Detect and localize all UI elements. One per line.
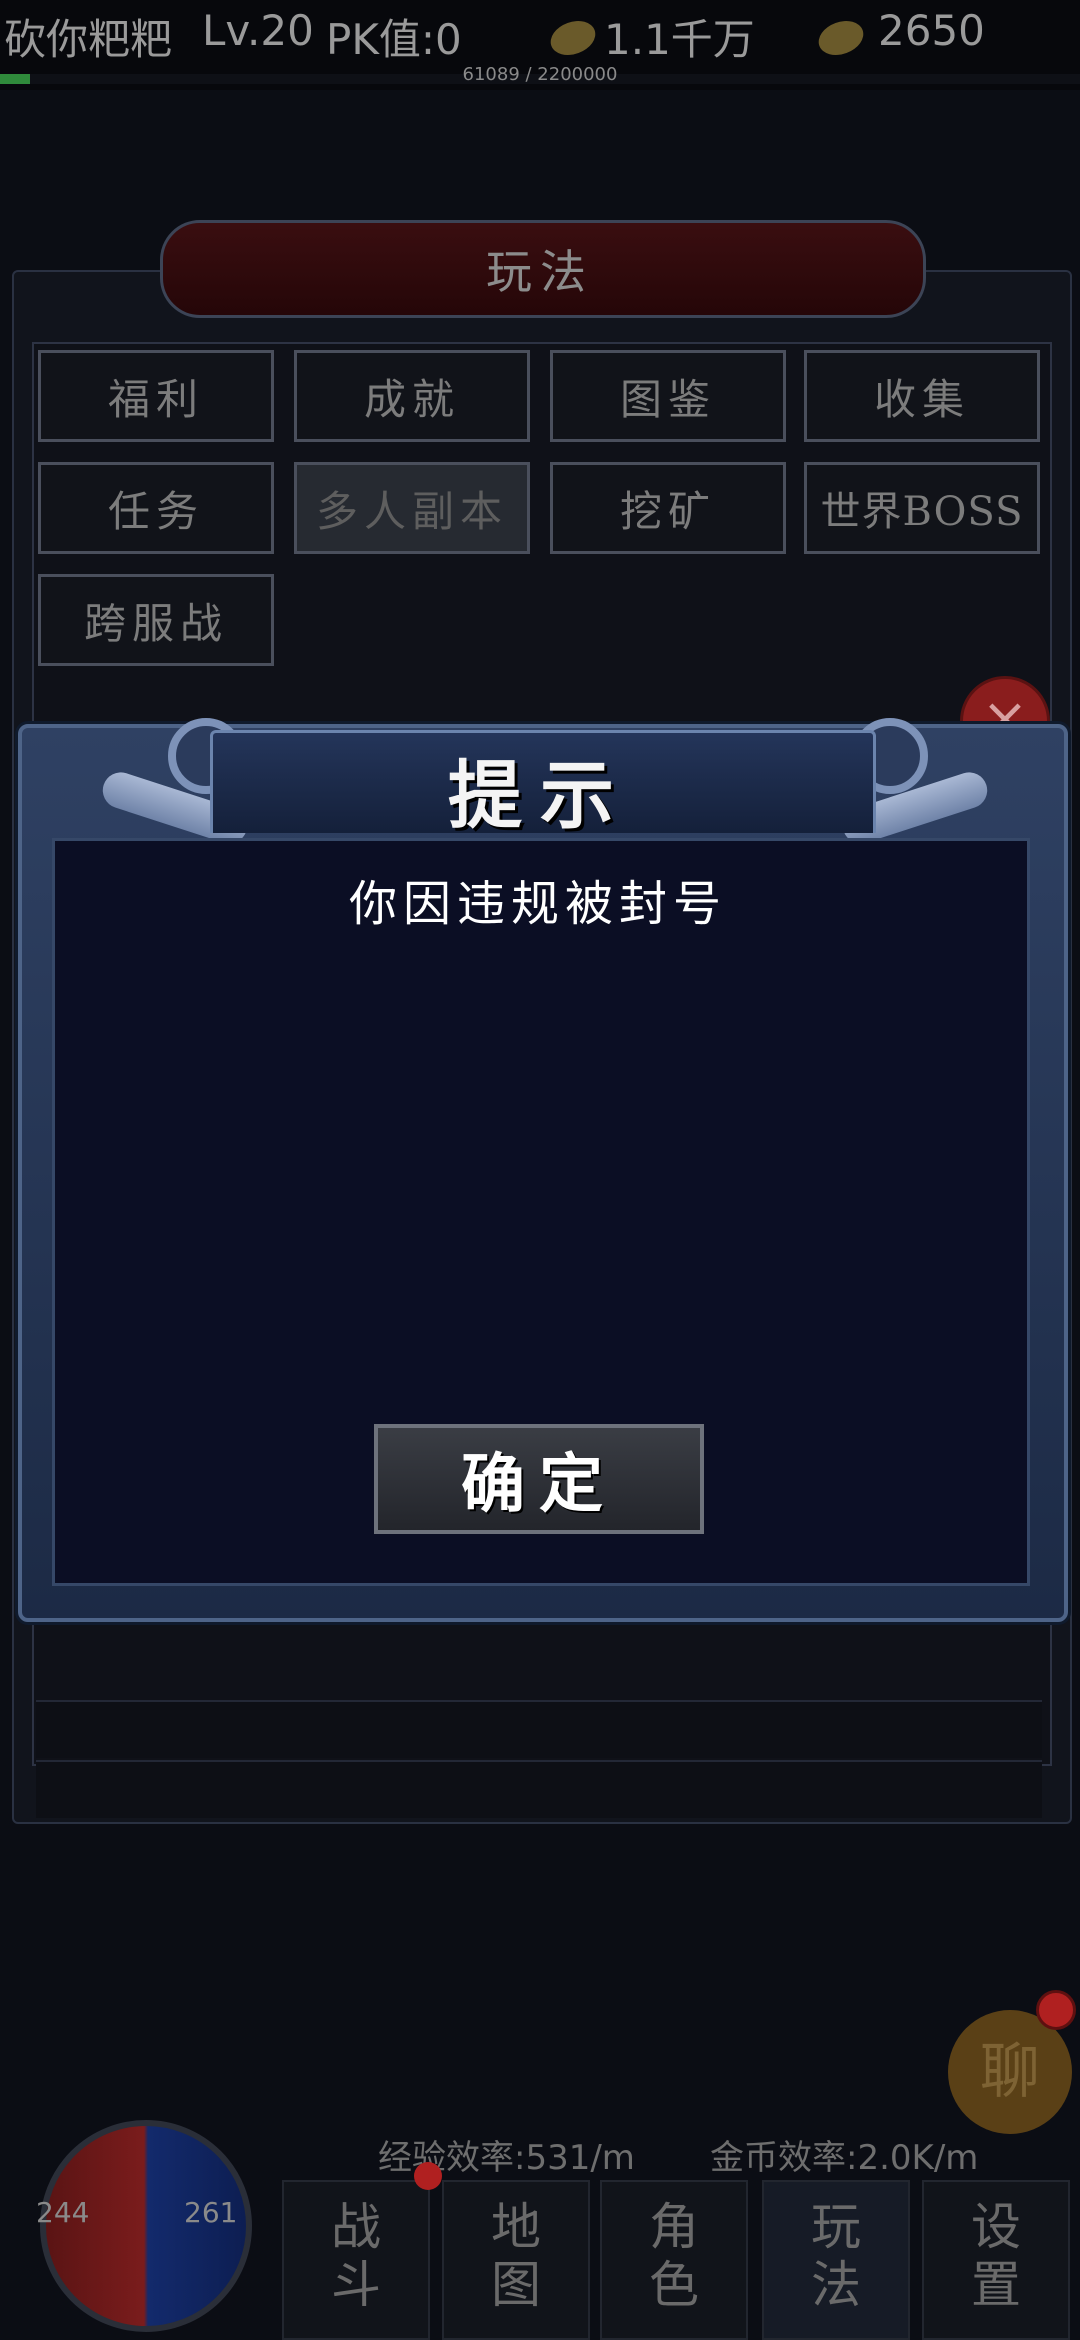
nav-label-top: 玩 [811,2198,861,2256]
world-boss-button[interactable]: 世界BOSS [804,462,1040,554]
nav-label-bottom: 法 [811,2256,861,2314]
nav-label-top: 地 [491,2198,541,2256]
notification-dot [414,2162,442,2190]
nav-character[interactable]: 角 色 [600,2180,748,2340]
codex-button[interactable]: 图鉴 [550,350,786,442]
nav-label-bottom: 置 [971,2256,1021,2314]
mp-value: 261 [184,2196,238,2229]
nav-label-bottom: 图 [491,2256,541,2314]
hp-value: 244 [36,2196,90,2229]
multiplayer-dungeon-button[interactable]: 多人副本 [294,462,530,554]
quest-button[interactable]: 任务 [38,462,274,554]
notification-dot [1036,1990,1076,2030]
nav-settings[interactable]: 设 置 [922,2180,1070,2340]
exp-text: 61089 / 2200000 [462,64,618,85]
collection-button[interactable]: 收集 [804,350,1040,442]
achievement-button[interactable]: 成就 [294,350,530,442]
cross-server-battle-button[interactable]: 跨服战 [38,574,274,666]
dialog-title: 提示 [448,753,632,839]
nav-label-top: 角 [649,2198,699,2256]
list-item [36,1700,1042,1758]
nav-label-top: 战 [331,2198,381,2256]
nav-label-top: 设 [971,2198,1021,2256]
confirm-button[interactable]: 确定 [374,1424,704,1534]
ingot-amount: 2650 [878,6,985,55]
nav-label-bottom: 色 [649,2256,699,2314]
dialog-message: 你因违规被封号 [348,876,727,932]
gold-rate: 金币效率:2.0K/m [710,2138,979,2178]
nav-gameplay[interactable]: 玩 法 [762,2180,910,2340]
pk-value: PK值:0 [326,15,462,64]
nav-battle[interactable]: 战 斗 [282,2180,430,2340]
welfare-button[interactable]: 福利 [38,350,274,442]
player-name: 砍你粑粑 [4,15,173,64]
panel-title: 玩法 [486,245,594,299]
nav-label-bottom: 斗 [331,2256,381,2314]
player-level: Lv.20 [202,6,314,55]
list-item [36,1760,1042,1818]
nav-map[interactable]: 地 图 [442,2180,590,2340]
copper-amount: 1.1千万 [604,15,755,64]
mining-button[interactable]: 挖矿 [550,462,786,554]
